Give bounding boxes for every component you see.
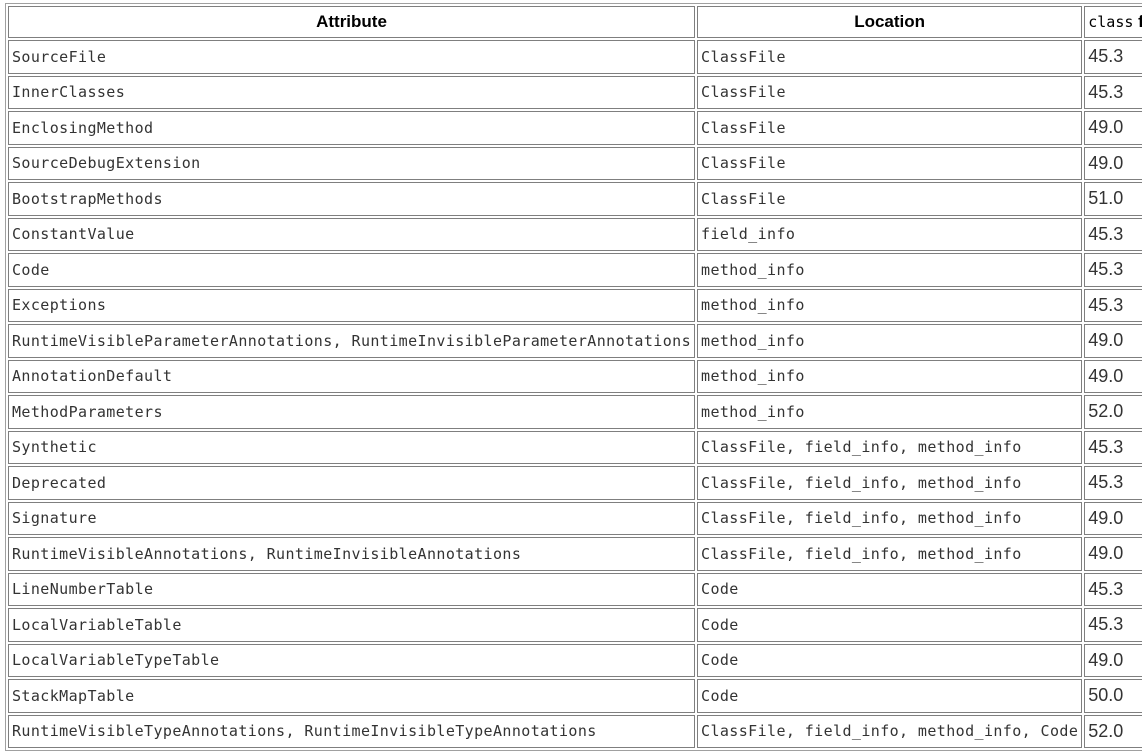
class-file-version-cell: 52.0 [1084, 714, 1142, 748]
class-file-version-cell: 49.0 [1084, 324, 1142, 358]
table-row: Synthetic ClassFile, field_info, method_i… [8, 430, 1142, 464]
class-file-version-cell: 45.3 [1084, 430, 1142, 464]
header-class-file: class file [1084, 6, 1142, 38]
location-cell: method_info [697, 395, 1083, 429]
header-attribute: Attribute [8, 6, 696, 38]
attribute-cell: RuntimeVisibleParameterAnnotations, Runt… [8, 324, 696, 358]
attribute-cell: LineNumberTable [8, 572, 696, 606]
attributes-table: Attribute Location class file SourceFile… [5, 3, 1142, 751]
attribute-cell: Signature [8, 501, 696, 535]
class-file-version-cell: 49.0 [1084, 111, 1142, 145]
table-row: Signature ClassFile, field_info, method_i… [8, 501, 1142, 535]
class-file-version-cell: 45.3 [1084, 75, 1142, 109]
class-file-version-cell: 45.3 [1084, 608, 1142, 642]
table-row: LocalVariableTable Code 45.3 [8, 608, 1142, 642]
class-file-version-cell: 45.3 [1084, 288, 1142, 322]
table-row: AnnotationDefault method_info 49.0 [8, 359, 1142, 393]
attribute-cell: RuntimeVisibleAnnotations, RuntimeInvisi… [8, 537, 696, 571]
location-cell: Code [697, 572, 1083, 606]
location-cell: ClassFile, field_info, method_info [697, 501, 1083, 535]
location-cell: ClassFile [697, 146, 1083, 180]
class-file-version-cell: 45.3 [1084, 40, 1142, 74]
class-file-version-cell: 50.0 [1084, 679, 1142, 713]
location-cell: ClassFile, field_info, method_info [697, 466, 1083, 500]
table-row: EnclosingMethod ClassFile 49.0 [8, 111, 1142, 145]
class-file-version-cell: 49.0 [1084, 359, 1142, 393]
class-file-version-cell: 49.0 [1084, 643, 1142, 677]
class-file-version-cell: 45.3 [1084, 466, 1142, 500]
class-file-version-cell: 52.0 [1084, 395, 1142, 429]
location-cell: ClassFile [697, 111, 1083, 145]
location-cell: ClassFile [697, 182, 1083, 216]
attribute-cell: EnclosingMethod [8, 111, 696, 145]
class-file-version-cell: 49.0 [1084, 537, 1142, 571]
header-class-file-code: class [1088, 13, 1134, 31]
attribute-cell: StackMapTable [8, 679, 696, 713]
location-cell: method_info [697, 359, 1083, 393]
attribute-cell: Code [8, 253, 696, 287]
attribute-cell: RuntimeVisibleTypeAnnotations, RuntimeIn… [8, 714, 696, 748]
location-cell: field_info [697, 217, 1083, 251]
table-row: SourceDebugExtension ClassFile 49.0 [8, 146, 1142, 180]
class-file-version-cell: 49.0 [1084, 501, 1142, 535]
table-row: RuntimeVisibleParameterAnnotations, Runt… [8, 324, 1142, 358]
attribute-cell: ConstantValue [8, 217, 696, 251]
attribute-cell: Synthetic [8, 430, 696, 464]
location-cell: Code [697, 608, 1083, 642]
location-cell: Code [697, 679, 1083, 713]
class-file-version-cell: 49.0 [1084, 146, 1142, 180]
table-row: BootstrapMethods ClassFile 51.0 [8, 182, 1142, 216]
table-row: RuntimeVisibleAnnotations, RuntimeInvisi… [8, 537, 1142, 571]
location-cell: ClassFile, field_info, method_info, Code [697, 714, 1083, 748]
header-row: Attribute Location class file [8, 6, 1142, 38]
attribute-cell: BootstrapMethods [8, 182, 696, 216]
location-cell: ClassFile, field_info, method_info [697, 537, 1083, 571]
location-cell: method_info [697, 253, 1083, 287]
table-row: Exceptions method_info 45.3 [8, 288, 1142, 322]
table-row: SourceFile ClassFile 45.3 [8, 40, 1142, 74]
class-file-version-cell: 51.0 [1084, 182, 1142, 216]
location-cell: ClassFile [697, 75, 1083, 109]
attribute-cell: SourceDebugExtension [8, 146, 696, 180]
attribute-cell: Deprecated [8, 466, 696, 500]
table-row: RuntimeVisibleTypeAnnotations, RuntimeIn… [8, 714, 1142, 748]
location-cell: Code [697, 643, 1083, 677]
location-cell: method_info [697, 324, 1083, 358]
class-file-version-cell: 45.3 [1084, 217, 1142, 251]
table-row: LocalVariableTypeTable Code 49.0 [8, 643, 1142, 677]
table-row: StackMapTable Code 50.0 [8, 679, 1142, 713]
attribute-cell: SourceFile [8, 40, 696, 74]
table-row: Deprecated ClassFile, field_info, method_… [8, 466, 1142, 500]
class-file-version-cell: 45.3 [1084, 572, 1142, 606]
attribute-cell: AnnotationDefault [8, 359, 696, 393]
attribute-cell: InnerClasses [8, 75, 696, 109]
attribute-cell: LocalVariableTable [8, 608, 696, 642]
attribute-cell: Exceptions [8, 288, 696, 322]
table-row: LineNumberTable Code 45.3 [8, 572, 1142, 606]
location-cell: ClassFile, field_info, method_info [697, 430, 1083, 464]
attribute-cell: MethodParameters [8, 395, 696, 429]
table-row: MethodParameters method_info 52.0 [8, 395, 1142, 429]
location-cell: method_info [697, 288, 1083, 322]
attribute-cell: LocalVariableTypeTable [8, 643, 696, 677]
table-row: ConstantValue field_info 45.3 [8, 217, 1142, 251]
header-location: Location [697, 6, 1083, 38]
header-class-file-rest: file [1133, 12, 1142, 31]
table-row: Code method_info 45.3 [8, 253, 1142, 287]
class-file-version-cell: 45.3 [1084, 253, 1142, 287]
table-row: InnerClasses ClassFile 45.3 [8, 75, 1142, 109]
table-body: SourceFile ClassFile 45.3 InnerClasses Class… [8, 40, 1142, 748]
location-cell: ClassFile [697, 40, 1083, 74]
